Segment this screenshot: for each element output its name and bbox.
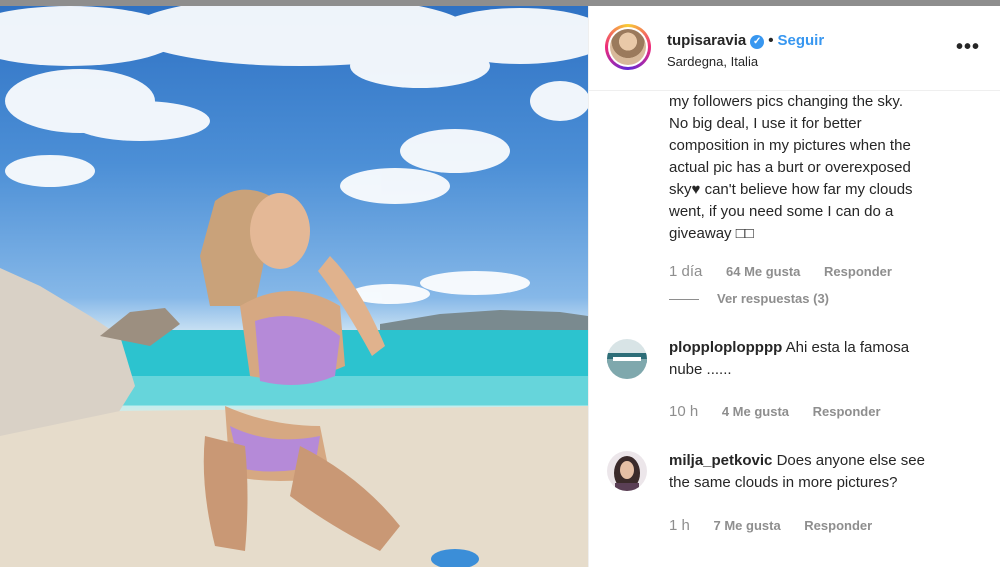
comment-likes[interactable]: 7 Me gusta: [713, 518, 780, 533]
replies-line: [669, 299, 699, 301]
comment-item: plopploplopppp Ahi esta la famosa nube .…: [669, 337, 989, 381]
reply-button[interactable]: Responder: [824, 264, 892, 279]
comment-time[interactable]: 1 h: [669, 517, 690, 534]
comment-likes[interactable]: 64 Me gusta: [726, 264, 800, 279]
avatar[interactable]: [607, 451, 647, 491]
avatar[interactable]: [607, 339, 647, 379]
comment-line: composition in my pictures when the: [669, 137, 911, 154]
comment-body-line2: nube ......: [669, 361, 732, 378]
comment-item: my followers pics changing the sky. No b…: [669, 91, 989, 245]
reply-button[interactable]: Responder: [813, 404, 881, 419]
comment-line: sky♥ can't believe how far my clouds: [669, 181, 913, 198]
comment-line: went, if you need some I can do a: [669, 203, 894, 220]
comment-meta: 1 día 64 Me gusta Responder: [669, 263, 912, 280]
comment-time[interactable]: 10 h: [669, 403, 698, 420]
location-link[interactable]: Sardegna, Italia: [667, 54, 758, 69]
comment-username[interactable]: plopploplopppp: [669, 339, 782, 356]
comment-text: plopploplopppp Ahi esta la famosa: [669, 337, 989, 359]
comment-time[interactable]: 1 día: [669, 263, 702, 280]
post-header: tupisaravia ✓ • Seguir Sardegna, Italia •••: [589, 6, 1000, 91]
comment-likes[interactable]: 4 Me gusta: [722, 404, 789, 419]
comment-meta: 10 h 4 Me gusta Responder: [669, 403, 901, 420]
beach-scene-image: [0, 6, 588, 567]
profile-avatar[interactable]: [605, 24, 651, 70]
follow-button[interactable]: Seguir: [777, 32, 824, 49]
avatar-boat-image: [607, 339, 647, 379]
post-photo[interactable]: [0, 6, 588, 567]
comment-text: milja_petkovic Does anyone else see: [669, 450, 994, 472]
avatar-border: [608, 27, 648, 67]
comment-body: Ahi esta la famosa: [785, 339, 910, 356]
comment-line: giveaway □□: [669, 225, 754, 242]
reply-button[interactable]: Responder: [804, 518, 872, 533]
comment-line: No big deal, I use it for better: [669, 115, 862, 132]
view-replies-button[interactable]: Ver respuestas (3): [669, 291, 829, 306]
comment-body: Does anyone else see: [776, 452, 925, 469]
comment-item: milja_petkovic Does anyone else see the …: [669, 450, 994, 494]
comment-meta: 1 h 7 Me gusta Responder: [669, 517, 892, 534]
view-replies-label[interactable]: Ver respuestas (3): [717, 291, 829, 306]
comment-line: actual pic has a burt or overexposed: [669, 159, 911, 176]
comments-panel: my followers pics changing the sky. No b…: [589, 6, 1000, 567]
verified-badge-icon: ✓: [750, 35, 765, 49]
comment-username[interactable]: milja_petkovic: [669, 452, 772, 469]
comment-line: my followers pics changing the sky.: [669, 93, 903, 110]
dot-separator: •: [768, 32, 774, 49]
more-options-icon[interactable]: •••: [956, 36, 980, 59]
avatar-person-image: [607, 451, 647, 491]
comment-body-line2: the same clouds in more pictures?: [669, 474, 898, 491]
avatar-photo: [610, 29, 646, 65]
header-user-line: tupisaravia ✓ • Seguir: [667, 32, 824, 49]
username-link[interactable]: tupisaravia: [667, 32, 746, 49]
